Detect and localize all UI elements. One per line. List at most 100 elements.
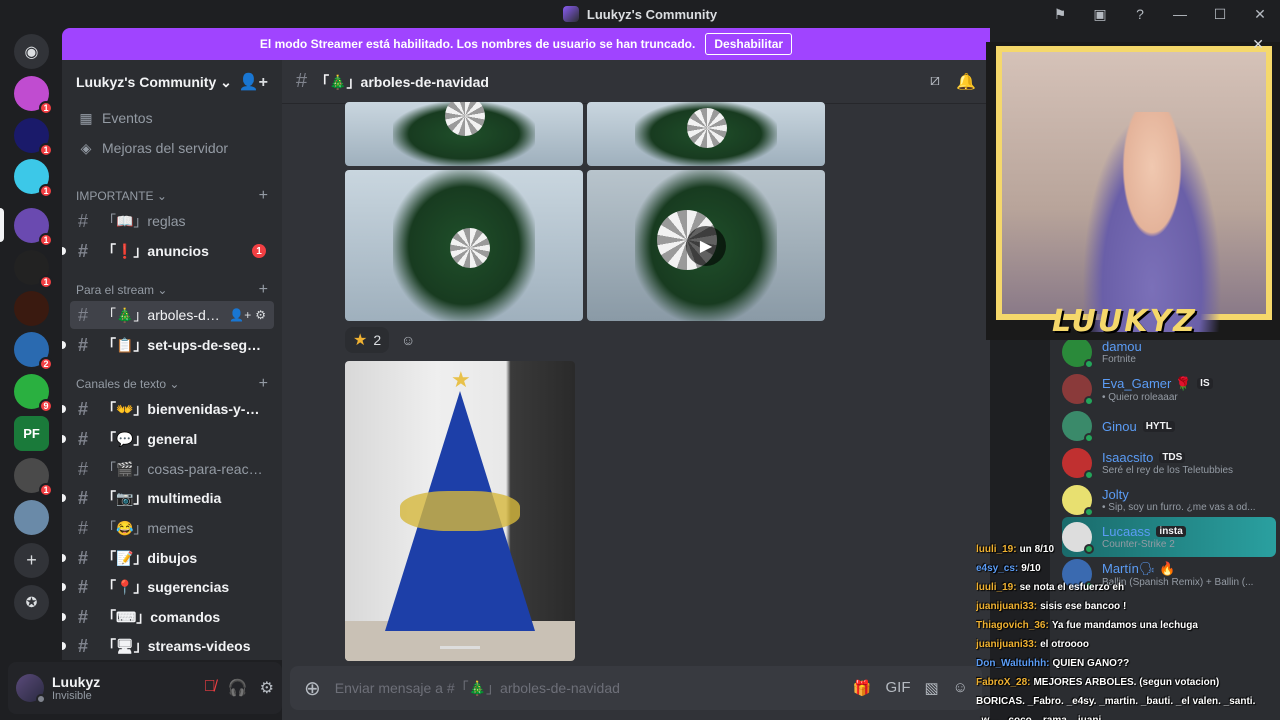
member-item[interactable]: Jolty • Sip, soy un furro. ¿me vas a od..… — [1062, 480, 1276, 520]
image-attachment[interactable] — [345, 170, 583, 321]
member-name: damou — [1102, 339, 1142, 354]
username[interactable]: Luukyz — [52, 674, 196, 690]
channel-streams-videos[interactable]: # 「🖥」streams-videos — [70, 632, 274, 660]
text-channel-icon: # — [78, 547, 89, 568]
upload-plus-icon[interactable]: ⊕ — [304, 676, 321, 701]
disable-streamer-button[interactable]: Deshabilitar — [705, 33, 793, 55]
close-icon[interactable]: ✕ — [1252, 36, 1264, 53]
notification-badge: 1 — [39, 143, 53, 157]
invite-people-icon[interactable]: 👤+ — [239, 72, 268, 92]
events-link[interactable]: ▦ Eventos — [70, 104, 274, 132]
server-icon-9[interactable]: 1 — [14, 458, 53, 497]
chat-username: Don_Waltuhhh: — [976, 658, 1050, 669]
server-icon-7[interactable]: 9 — [14, 374, 53, 413]
channel-label: 「📝」dibujos — [102, 550, 198, 566]
gif-icon[interactable]: GIF — [885, 679, 910, 697]
add-channel-icon[interactable]: + — [259, 187, 268, 205]
add-channel-icon[interactable]: + — [259, 281, 268, 299]
channel-comandos[interactable]: # 「⌨」comandos — [70, 603, 274, 631]
notification-badge: 1 — [39, 101, 53, 115]
notification-badge: 2 — [39, 357, 53, 371]
star-reaction[interactable]: ★ 2 — [345, 327, 390, 353]
channel-label: 「📷」multimedia — [102, 490, 222, 506]
microphone-muted-icon[interactable]: 🎙̸ — [204, 678, 216, 698]
threads-icon[interactable]: ⧄ — [930, 72, 940, 92]
add-server-button[interactable]: + — [14, 543, 49, 578]
user-settings-gear-icon[interactable]: ⚙ — [260, 678, 274, 698]
text-channel-icon: # — [78, 398, 89, 419]
image-attachment[interactable] — [587, 102, 825, 166]
server-icon-0[interactable]: 1 — [14, 76, 53, 115]
minimize-button[interactable]: — — [1160, 0, 1200, 28]
notification-bell-icon[interactable]: 🔔 — [956, 72, 976, 92]
gift-icon[interactable]: 🎁 — [853, 679, 872, 697]
member-name: Isaacsito — [1102, 450, 1154, 465]
reaction-count: 2 — [373, 332, 382, 348]
server-icon-6[interactable]: 2 — [14, 332, 53, 371]
channel-set-ups[interactable]: # 「📋」set-ups-de-seguid... — [70, 331, 274, 359]
message-input[interactable]: Enviar mensaje a #「🎄」arboles-de-navidad — [335, 678, 839, 698]
category-importante[interactable]: IMPORTANTE ⌄ + — [70, 186, 274, 206]
member-item[interactable]: Isaacsito TDS Seré el rey de los Teletubbi… — [1062, 443, 1276, 483]
server-list: ◉ 1 1 1 1 1 2 9 PF 1 + ✪ — [0, 28, 62, 720]
server-icon-8[interactable]: PF — [14, 416, 49, 451]
channel-bienvenidas[interactable]: # 「👐」bienvenidas-y-des... — [70, 395, 274, 423]
channel-sugerencias[interactable]: # 「📍」sugerencias — [70, 573, 274, 601]
boost-icon: ◈ — [80, 139, 92, 156]
text-channel-icon: # — [78, 428, 89, 449]
maximize-button[interactable]: ☐ — [1200, 0, 1240, 28]
channel-memes[interactable]: # 「😂」memes — [70, 514, 274, 542]
selected-server-pill — [0, 208, 4, 242]
server-boosts-link[interactable]: ◈ Mejoras del servidor — [70, 134, 274, 162]
add-channel-icon[interactable]: + — [259, 375, 268, 393]
add-reaction-icon[interactable]: ☺ — [395, 327, 421, 353]
category-para-el-stream[interactable]: Para el stream ⌄ + — [70, 280, 274, 300]
unread-indicator — [62, 583, 66, 591]
server-icon-5[interactable] — [14, 291, 49, 326]
member-item[interactable]: Eva_Gamer 🌹 IS • Quiero roleaaar — [1062, 369, 1276, 409]
member-item[interactable]: Ginou HYTL — [1062, 406, 1276, 446]
image-attachment[interactable] — [345, 102, 583, 166]
create-invite-icon[interactable]: 👤+ — [229, 308, 251, 322]
server-icon-1[interactable]: 1 — [14, 118, 53, 157]
text-channel-icon: # — [78, 576, 89, 597]
channel-dibujos[interactable]: # 「📝」dibujos — [70, 544, 274, 572]
inbox-icon[interactable]: ▣ — [1080, 0, 1120, 28]
user-avatar[interactable] — [16, 674, 46, 704]
notification-badge: 1 — [39, 275, 53, 289]
events-label: Eventos — [102, 110, 153, 126]
chat-message: _w.... _coco. _rama. _juani — [976, 715, 1101, 720]
emoji-icon[interactable]: ☺ — [953, 679, 968, 697]
sticker-icon[interactable]: ▧ — [924, 679, 938, 697]
server-icon-3[interactable]: 1 — [14, 208, 53, 247]
home-button[interactable]: ◉ — [14, 34, 49, 69]
settings-gear-icon[interactable]: ⚙ — [255, 308, 266, 322]
message-composer[interactable]: ⊕ Enviar mensaje a #「🎄」arboles-de-navida… — [290, 666, 982, 710]
server-icon-2[interactable]: 1 — [14, 159, 53, 198]
notification-badge: 1 — [39, 233, 53, 247]
play-icon[interactable]: ▶ — [686, 225, 726, 266]
notification-badge: 1 — [39, 184, 53, 198]
channel-cosas-para-reaccionar[interactable]: # 「🎬」cosas-para-reacci... — [70, 455, 274, 483]
headphones-icon[interactable]: 🎧 — [228, 678, 248, 698]
explore-button[interactable]: ✪ — [14, 585, 49, 620]
blue-tree-image[interactable]: ★ — [345, 361, 575, 661]
chevron-down-icon: ⌄ — [220, 73, 232, 90]
unread-indicator — [62, 247, 66, 255]
server-icon-4[interactable]: 1 — [14, 250, 53, 289]
member-name: Lucaass — [1102, 524, 1151, 539]
channel-arboles-de-navidad[interactable]: # 「🎄」arboles-de-n... 👤+ ⚙ — [70, 301, 274, 329]
status-dot — [1084, 470, 1094, 480]
server-header[interactable]: Luukyz's Community ⌄ 👤+ — [62, 60, 282, 104]
server-icon-10[interactable] — [14, 500, 49, 535]
channel-general[interactable]: # 「💬」general — [70, 425, 274, 453]
help-icon[interactable]: ? — [1120, 0, 1160, 28]
video-attachment[interactable]: ▶ — [587, 170, 825, 321]
close-button[interactable]: ✕ — [1240, 0, 1280, 28]
member-activity: Seré el rey de los Teletubbies — [1102, 465, 1234, 476]
inbox-flag-icon[interactable]: ⚑ — [1040, 0, 1080, 28]
channel-anuncios[interactable]: # 「❗」anuncios 1 — [70, 237, 274, 265]
channel-multimedia[interactable]: # 「📷」multimedia — [70, 484, 274, 512]
channel-reglas[interactable]: # 「📖」reglas — [70, 207, 274, 235]
category-canales-de-texto[interactable]: Canales de texto ⌄ + — [70, 374, 274, 394]
